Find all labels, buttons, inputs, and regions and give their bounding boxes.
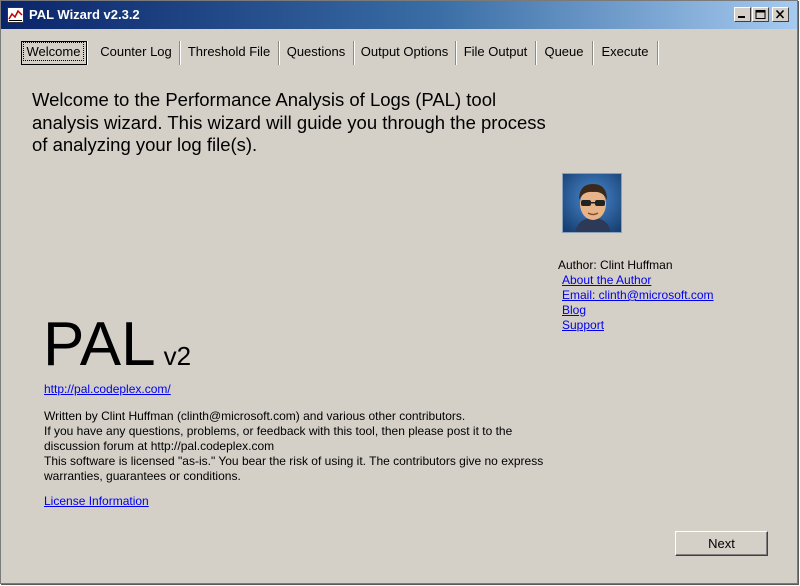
info-line: Written by Clint Huffman (clinth@microso… xyxy=(44,409,466,423)
pal-wizard-window: PAL Wizard v2.3.2 Welcome Counter Log Th… xyxy=(0,0,798,584)
tab-questions[interactable]: Questions xyxy=(279,41,354,65)
tab-label: Threshold File xyxy=(187,44,271,59)
close-button[interactable] xyxy=(772,7,789,22)
author-info: Author: Clint Huffman About the Author E… xyxy=(558,258,758,333)
info-text: Written by Clint Huffman (clinth@microso… xyxy=(44,409,604,484)
maximize-button[interactable] xyxy=(752,7,769,22)
tab-label: Questions xyxy=(286,44,346,59)
info-line: If you have any questions, problems, or … xyxy=(44,424,513,438)
blog-link[interactable]: Blog xyxy=(562,303,758,318)
info-line: warranties, guarantees or conditions. xyxy=(44,469,241,483)
maximize-icon xyxy=(755,10,766,19)
author-name: Author: Clint Huffman xyxy=(558,258,673,272)
info-line: This software is licensed "as-is." You b… xyxy=(44,454,544,468)
wizard-tab-bar: Welcome Counter Log Threshold File Quest… xyxy=(21,41,661,65)
tab-label: Welcome xyxy=(22,42,85,61)
tab-queue[interactable]: Queue xyxy=(536,41,593,65)
tab-threshold-file[interactable]: Threshold File xyxy=(180,41,279,65)
tab-counter-log[interactable]: Counter Log xyxy=(93,41,180,65)
minimize-icon xyxy=(738,16,745,18)
title-bar[interactable]: PAL Wizard v2.3.2 xyxy=(1,1,797,29)
author-avatar xyxy=(562,173,622,233)
close-icon xyxy=(775,10,785,19)
welcome-heading: Welcome to the Performance Analysis of L… xyxy=(32,89,546,155)
tab-label: Queue xyxy=(544,44,584,59)
app-icon xyxy=(7,7,24,23)
info-line: discussion forum at http://pal.codeplex.… xyxy=(44,439,275,453)
support-link[interactable]: Support xyxy=(562,318,758,333)
window-title: PAL Wizard v2.3.2 xyxy=(29,7,140,22)
tab-label: File Output xyxy=(463,44,528,59)
tab-output-options[interactable]: Output Options xyxy=(354,41,456,65)
pal-logo: PAL v2 xyxy=(43,309,191,381)
tab-label: Counter Log xyxy=(100,44,172,59)
logo-name: PAL xyxy=(43,310,156,379)
tab-welcome[interactable]: Welcome xyxy=(21,41,87,65)
license-information-link[interactable]: License Information xyxy=(44,494,149,508)
minimize-button[interactable] xyxy=(734,7,751,22)
tab-file-output[interactable]: File Output xyxy=(456,41,536,65)
tab-label: Execute xyxy=(601,44,649,59)
tab-label: Output Options xyxy=(360,44,449,59)
author-email-link[interactable]: Email: clinth@microsoft.com xyxy=(562,288,758,303)
tab-execute[interactable]: Execute xyxy=(593,41,658,65)
next-button[interactable]: Next xyxy=(675,531,768,556)
codeplex-site-link[interactable]: http://pal.codeplex.com/ xyxy=(44,382,171,396)
logo-version: v2 xyxy=(163,341,192,371)
about-author-link[interactable]: About the Author xyxy=(562,273,758,288)
